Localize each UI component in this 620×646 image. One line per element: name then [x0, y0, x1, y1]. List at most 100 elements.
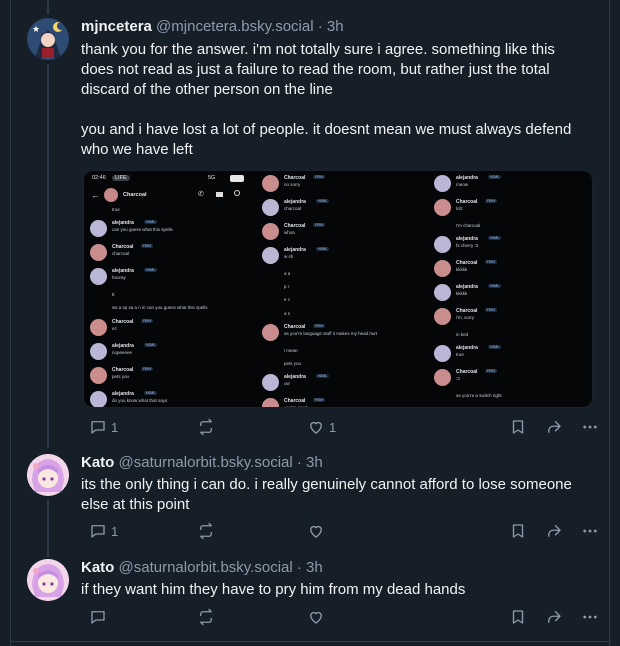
bookmark-icon	[512, 524, 524, 538]
chat-body: meow	[456, 407, 468, 408]
chat-author: Charcoal	[284, 398, 306, 405]
author-name[interactable]: Kato	[81, 559, 114, 576]
chat-tag: HJML	[144, 342, 158, 347]
feed-column: mjncetera @mjncetera.bsky.social · 3h th…	[10, 0, 611, 646]
chat-author: alejandra	[112, 342, 134, 349]
chat-body: p r	[284, 284, 290, 290]
post-mjncetera[interactable]: mjncetera @mjncetera.bsky.social · 3h th…	[11, 0, 611, 448]
chat-avatar	[434, 369, 451, 387]
like-button[interactable]	[307, 522, 329, 540]
share-icon	[548, 611, 561, 623]
chat-avatar	[90, 268, 107, 286]
repost-icon	[200, 608, 212, 626]
share-icon	[548, 525, 561, 537]
chat-avatar	[434, 199, 451, 216]
chat-author: Charcoal	[112, 318, 134, 325]
post-time[interactable]: · 3h	[297, 454, 323, 471]
chat-tag: FISH	[313, 398, 325, 403]
chat-avatar	[262, 398, 279, 407]
avatar-image	[27, 559, 69, 601]
share-button[interactable]	[545, 522, 563, 540]
post-divider	[11, 641, 611, 642]
chat-author: alejandra	[456, 284, 478, 291]
chat-body: meow	[456, 182, 469, 187]
author-handle[interactable]: @saturnalorbit.bsky.social	[119, 454, 293, 471]
chat-message: Charcoal FISH no sorry	[262, 175, 412, 199]
repost-button[interactable]	[197, 608, 219, 626]
share-button[interactable]	[545, 608, 563, 626]
chat-avatar	[90, 244, 107, 262]
reply-count: 1	[111, 419, 119, 435]
channel-name: Charcoal	[123, 192, 147, 198]
chat-message: alejandra HJML can you guess what this spe…	[90, 220, 240, 244]
chat-tag: HJML	[316, 247, 330, 251]
chat-author: Charcoal	[112, 244, 134, 251]
more-icon	[583, 615, 597, 619]
author-name[interactable]: Kato	[81, 454, 114, 471]
avatar[interactable]	[27, 454, 69, 496]
chat-author: alejandra	[112, 220, 134, 227]
post-time[interactable]: · 3h	[297, 559, 323, 576]
chat-author: Charcoal	[284, 223, 306, 229]
chat-body: hi cherry :3	[456, 243, 479, 249]
more-button[interactable]	[581, 418, 599, 436]
avatar-image	[27, 454, 69, 496]
avatar[interactable]	[27, 18, 69, 60]
more-button[interactable]	[581, 522, 599, 540]
more-button[interactable]	[581, 608, 599, 626]
chat-body: charcoal	[112, 251, 130, 257]
chat-message: Charcoal FISH charcoal	[90, 244, 240, 268]
post-kato-2[interactable]: Kato @saturnalorbit.bsky.social · 3h if …	[11, 551, 611, 646]
chat-tag: HJML	[144, 390, 158, 395]
reply-button[interactable]: 1	[89, 522, 118, 540]
chat-column-1: 02:46 LIFE 5G ← Charcoal ✆ true alejandra…	[84, 171, 254, 407]
bookmark-button[interactable]	[509, 608, 527, 626]
chat-author: alejandra	[456, 345, 478, 352]
more-icon	[583, 529, 597, 533]
share-button[interactable]	[545, 418, 563, 436]
like-count: 1	[329, 419, 337, 435]
bookmark-icon	[512, 610, 524, 624]
more-icon	[583, 425, 597, 429]
chat-message: alejandra HJML do you know what that says	[90, 390, 240, 407]
chat-message: alejandra HJML nopeeeee	[90, 342, 240, 367]
share-icon	[548, 421, 561, 433]
video-icon	[216, 192, 223, 197]
author-handle[interactable]: @saturnalorbit.bsky.social	[119, 559, 293, 576]
post-time[interactable]: · 3h	[318, 18, 344, 35]
reply-icon	[91, 611, 105, 624]
chat-message: Charcoal FISH:3	[434, 369, 584, 393]
embedded-image[interactable]: 02:46 LIFE 5G ← Charcoal ✆ true alejandra…	[83, 170, 593, 408]
chat-message: Charcoal FISH as you're language stuff it …	[262, 323, 412, 348]
reply-button[interactable]: 1	[89, 418, 118, 436]
chat-avatar	[262, 175, 279, 192]
chat-avatar	[90, 318, 107, 336]
bookmark-button[interactable]	[509, 418, 527, 436]
repost-button[interactable]	[197, 418, 219, 436]
chat-message: Charcoal FISH kkkkk	[434, 260, 584, 284]
chat-column-2: Charcoal FISH no sorry alejandra HJML charcoa…	[256, 171, 426, 407]
author-name[interactable]: mjncetera	[81, 18, 152, 35]
chat-tag: HJML	[144, 268, 158, 273]
chat-tag: FISH	[485, 369, 497, 374]
chat-message: alejandra HJML kkkkk	[434, 284, 584, 308]
post-header: Kato @saturnalorbit.bsky.social · 3h	[81, 453, 323, 473]
like-icon	[310, 525, 322, 538]
chat-message: Charcoal FISH i'm, sorry	[434, 308, 584, 332]
reply-count: 1	[111, 523, 119, 539]
like-button[interactable]: 1	[307, 418, 336, 436]
bookmark-button[interactable]	[509, 522, 527, 540]
reply-icon	[91, 421, 105, 434]
chat-body: can you guess what this spells	[112, 227, 173, 233]
author-handle[interactable]: @mjncetera.bsky.social	[156, 18, 314, 35]
chat-avatar	[262, 323, 279, 341]
post-kato-1[interactable]: Kato @saturnalorbit.bsky.social · 3h its…	[11, 448, 611, 551]
reply-button[interactable]	[89, 608, 111, 626]
chat-body: tt	[112, 292, 115, 298]
chat-message: alejandra HJML hooray	[90, 268, 240, 292]
chat-message: alejandra HJML ow	[262, 374, 412, 398]
avatar[interactable]	[27, 559, 69, 601]
repost-button[interactable]	[197, 522, 219, 540]
like-button[interactable]	[307, 608, 329, 626]
chat-author: Charcoal	[284, 323, 306, 330]
